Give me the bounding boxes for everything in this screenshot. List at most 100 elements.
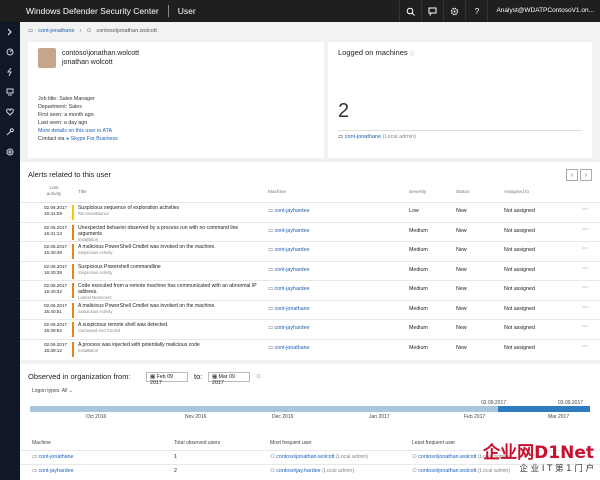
alert-date-time: 16:41:29 (44, 211, 62, 216)
logged-on-machine-link[interactable]: cont-jonathane (345, 134, 381, 140)
more-actions-icon[interactable]: ⋯ (582, 343, 588, 350)
timeline-slider[interactable] (30, 406, 590, 412)
most-frequent-user-link[interactable]: contoso\jonathan.wolcott (276, 454, 334, 460)
alert-title[interactable]: A process was injected with potentially … (78, 342, 258, 354)
alert-title-text[interactable]: Suspicious Powershell commandline (78, 264, 161, 270)
feedback-icon[interactable] (421, 0, 443, 22)
previous-page-button[interactable]: ‹ (566, 169, 578, 181)
alert-date-time: 16:40:39 (44, 269, 62, 275)
alert-row[interactable]: 02.06.2017 16:39:52 A suspicious remote sh… (20, 319, 600, 338)
alert-machine-link[interactable]: cont-jayhardee (274, 286, 309, 292)
to-label: to: (194, 372, 203, 381)
alert-title[interactable]: Unexpected behavior observed by a proces… (78, 225, 258, 243)
alert-title-text[interactable]: A malicious PowerShell Cmdlet was invoke… (78, 303, 216, 309)
col-obs-machine[interactable]: Machine (32, 440, 51, 446)
alert-category: Suspicious Activity (78, 269, 113, 275)
alert-machine-link[interactable]: cont-jonathane (274, 345, 309, 351)
signed-in-user[interactable]: Analyst@WDATPContosoV1.on... (487, 0, 600, 22)
alert-machine[interactable]: ▭ cont-jayhardee (268, 208, 310, 214)
severity-bar (72, 263, 74, 279)
alert-row[interactable]: 02.06.2017 16:40:48 A malicious PowerShell… (20, 241, 600, 260)
logon-types-filter[interactable]: Logon types: All ⌄ (32, 388, 73, 394)
alert-row[interactable]: 02.06.2017 16:41:29 Suspicious sequence of… (20, 202, 600, 221)
obs-machine-link[interactable]: cont-jonathane (38, 454, 73, 460)
alert-machine-link[interactable]: cont-jayhardee (274, 267, 309, 273)
alert-title[interactable]: A malicious PowerShell Cmdlet was invoke… (78, 303, 258, 315)
from-date-picker[interactable]: ▦ Feb 09 2017 (146, 372, 188, 386)
logged-on-count: 2 (338, 100, 350, 122)
breadcrumb-user: contoso\jonathan.wolcott (96, 28, 157, 34)
alert-row[interactable]: 02.06.2017 16:40:32 Code executed from a r… (20, 280, 600, 301)
alert-machine[interactable]: ▭ cont-jayhardee (268, 247, 310, 253)
machines-icon[interactable] (0, 82, 20, 102)
col-last-activity[interactable]: Last activity (44, 186, 64, 198)
alert-row[interactable]: 02.06.2017 16:39:12 A process was injected… (20, 338, 600, 358)
col-severity[interactable]: Severity (409, 190, 426, 195)
alert-title[interactable]: A malicious PowerShell Cmdlet was invoke… (78, 244, 258, 256)
more-actions-icon[interactable]: ⋯ (582, 226, 588, 233)
col-title[interactable]: Title (78, 190, 87, 195)
more-actions-icon[interactable]: ⋯ (582, 304, 588, 311)
more-actions-icon[interactable]: ⋯ (582, 284, 588, 291)
more-actions-icon[interactable]: ⋯ (582, 206, 588, 213)
alert-date-time: 16:40:51 (44, 308, 62, 314)
alert-title[interactable]: Suspicious sequence of exploration activ… (78, 205, 258, 217)
breadcrumb-machine[interactable]: cont-jonathane (38, 28, 74, 34)
col-status[interactable]: Status (456, 190, 470, 195)
alert-row[interactable]: 02.06.2017 16:40:51 A malicious PowerShell… (20, 299, 600, 319)
alert-machine-link[interactable]: cont-jayhardee (274, 208, 309, 214)
ata-details-link[interactable]: More details on this user in ATA (38, 128, 112, 134)
obs-most-frequent[interactable]: ⚇ contoso\jonathan.wolcott (Local admin) (270, 454, 368, 460)
alert-machine-link[interactable]: cont-jayhardee (274, 247, 309, 253)
col-most-frequent[interactable]: Most frequent user (270, 440, 312, 446)
alert-title-text[interactable]: Code executed from a remote machine has … (78, 283, 257, 295)
health-icon[interactable] (0, 102, 20, 122)
skype-link[interactable]: Skype For Business (71, 136, 118, 142)
settings-wrench-icon[interactable] (0, 122, 20, 142)
obs-most-frequent[interactable]: ⚇ contoso\jay.hardee (Local admin) (270, 468, 354, 474)
alert-machine[interactable]: ▭ cont-jayhardee (268, 286, 310, 292)
apply-range-icon[interactable]: ⊙ (256, 373, 261, 380)
severity-bar (72, 205, 74, 220)
alert-row[interactable]: 02.06.2017 16:40:39 Suspicious Powershell … (20, 260, 600, 280)
alert-row[interactable]: 02.06.2017 16:41:13 Unexpected behavior ob… (20, 221, 600, 243)
dashboard-icon[interactable] (0, 42, 20, 62)
most-frequent-user-link[interactable]: contoso\jay.hardee (276, 468, 320, 474)
alert-machine[interactable]: ▭ cont-jayhardee (268, 325, 310, 331)
add-icon[interactable] (0, 142, 20, 162)
alert-title-text[interactable]: Unexpected behavior observed by a proces… (78, 225, 238, 237)
search-icon[interactable] (399, 0, 421, 22)
alert-title[interactable]: Suspicious Powershell commandline Suspici… (78, 264, 258, 276)
col-total-users[interactable]: Total observed users (174, 440, 220, 446)
more-actions-icon[interactable]: ⋯ (582, 323, 588, 330)
alert-severity: Medium (409, 305, 428, 312)
job-title: Job title: Sales Manager (38, 96, 95, 102)
obs-machine[interactable]: ▭ cont-jonathane (32, 454, 74, 460)
more-actions-icon[interactable]: ⋯ (582, 245, 588, 252)
severity-bar (72, 224, 74, 240)
alert-machine[interactable]: ▭ cont-jayhardee (268, 267, 310, 273)
expand-nav-icon[interactable] (0, 22, 20, 42)
timeline-selected-range[interactable] (498, 406, 590, 412)
alert-machine-link[interactable]: cont-jayhardee (274, 325, 309, 331)
next-page-button[interactable]: › (580, 169, 592, 181)
alert-date: 02.06.2017 16:40:51 (44, 303, 67, 315)
gear-icon[interactable] (443, 0, 465, 22)
alerts-queue-icon[interactable] (0, 62, 20, 82)
obs-machine[interactable]: ▭ cont-jayhardee (32, 468, 74, 474)
alert-machine[interactable]: ▭ cont-jonathane (268, 345, 310, 351)
col-assigned[interactable]: Assigned to (504, 190, 529, 195)
alert-title-text[interactable]: A process was injected with potentially … (78, 342, 200, 348)
obs-machine-link[interactable]: cont-jayhardee (38, 468, 73, 474)
alert-machine-link[interactable]: cont-jayhardee (274, 228, 309, 234)
alert-title[interactable]: Code executed from a remote machine has … (78, 283, 258, 301)
more-actions-icon[interactable]: ⋯ (582, 265, 588, 272)
help-icon[interactable]: ? (465, 0, 487, 22)
alert-title[interactable]: A suspicious remote shell was detected. C… (78, 322, 258, 334)
alert-machine[interactable]: ▭ cont-jonathane (268, 306, 310, 312)
alert-category: Suspicious Activity (78, 250, 113, 255)
alert-machine-link[interactable]: cont-jonathane (274, 306, 309, 312)
col-machine[interactable]: Machine (268, 190, 286, 195)
alert-machine[interactable]: ▭ cont-jayhardee (268, 228, 310, 234)
to-date-picker[interactable]: ▦ Mar 09 2017 (208, 372, 250, 386)
